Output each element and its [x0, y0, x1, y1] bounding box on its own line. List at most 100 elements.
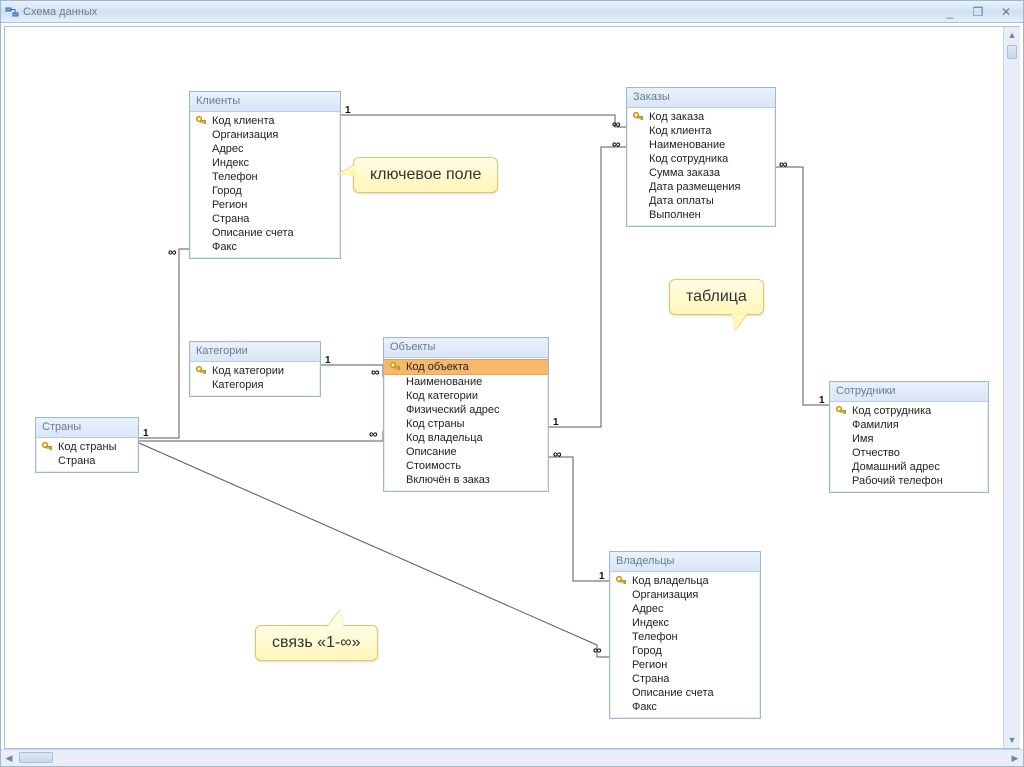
- field-row[interactable]: Адрес: [190, 142, 340, 156]
- field-row[interactable]: Описание счета: [610, 686, 760, 700]
- scroll-track[interactable]: [17, 750, 1007, 766]
- relationships-canvas[interactable]: 1 ∞ 1 ∞ ∞ ∞ 1 ∞ 1 ∞ 1 ∞ 1 ∞ Страны Код с…: [5, 27, 1002, 748]
- field-row[interactable]: Город: [190, 184, 340, 198]
- field-row[interactable]: Телефон: [610, 630, 760, 644]
- field-list: Код страныСтрана: [36, 438, 138, 472]
- entity-employees[interactable]: Сотрудники Код сотрудникаФамилияИмяОтчес…: [829, 381, 989, 493]
- field-name: Адрес: [632, 603, 664, 615]
- field-row[interactable]: Страна: [610, 672, 760, 686]
- card-one: 1: [143, 428, 149, 439]
- field-row[interactable]: Страна: [36, 454, 138, 468]
- field-name: Регион: [632, 659, 667, 671]
- card-one: 1: [599, 571, 605, 582]
- field-row[interactable]: Включён в заказ: [384, 473, 548, 487]
- field-row[interactable]: Телефон: [190, 170, 340, 184]
- field-row[interactable]: Категория: [190, 378, 320, 392]
- field-row[interactable]: Код сотрудника: [627, 152, 775, 166]
- entity-owners[interactable]: Владельцы Код владельцаОрганизация Адрес И…: [609, 551, 761, 719]
- field-row[interactable]: Наименование: [627, 138, 775, 152]
- field-row[interactable]: Рабочий телефон: [830, 474, 988, 488]
- field-row[interactable]: Сумма заказа: [627, 166, 775, 180]
- field-row[interactable]: Код страны: [384, 417, 548, 431]
- field-row[interactable]: Город: [610, 644, 760, 658]
- field-row[interactable]: Код клиента: [627, 124, 775, 138]
- field-row[interactable]: Страна: [190, 212, 340, 226]
- field-row[interactable]: Код категории: [384, 389, 548, 403]
- field-row[interactable]: Регион: [190, 198, 340, 212]
- field-row[interactable]: Код сотрудника: [830, 404, 988, 418]
- field-name: Индекс: [632, 617, 669, 629]
- entity-title[interactable]: Клиенты: [190, 92, 340, 112]
- field-row[interactable]: Факс: [190, 240, 340, 254]
- field-row[interactable]: Код владельца: [384, 431, 548, 445]
- field-row[interactable]: Код категории: [190, 364, 320, 378]
- field-row[interactable]: Домашний адрес: [830, 460, 988, 474]
- field-name: Описание: [406, 446, 457, 458]
- scroll-up-arrow[interactable]: ▲: [1004, 27, 1020, 43]
- scroll-thumb[interactable]: [19, 752, 53, 763]
- vertical-scrollbar[interactable]: ▲ ▼: [1003, 27, 1020, 748]
- callout-tail: [326, 610, 344, 628]
- field-row[interactable]: Описание: [384, 445, 548, 459]
- entity-countries[interactable]: Страны Код страныСтрана: [35, 417, 139, 473]
- entity-objects[interactable]: Объекты Код объектаНаименованиеКод катег…: [383, 337, 549, 492]
- field-name: Индекс: [212, 157, 249, 169]
- field-row[interactable]: Выполнен: [627, 208, 775, 222]
- close-button[interactable]: ✕: [993, 4, 1019, 20]
- field-name: Отчество: [852, 447, 900, 459]
- entity-title[interactable]: Сотрудники: [830, 382, 988, 402]
- field-row[interactable]: Код страны: [36, 440, 138, 454]
- field-row[interactable]: Физический адрес: [384, 403, 548, 417]
- entity-clients[interactable]: Клиенты Код клиентаОрганизацияАдресИндек…: [189, 91, 341, 259]
- scroll-thumb[interactable]: [1007, 45, 1017, 59]
- field-row[interactable]: Стоимость: [384, 459, 548, 473]
- field-name: Дата размещения: [649, 181, 740, 193]
- scroll-right-arrow[interactable]: ▶: [1007, 751, 1023, 766]
- card-many: ∞: [553, 447, 562, 461]
- minimize-button[interactable]: _: [937, 4, 963, 20]
- field-name: Код заказа: [649, 111, 704, 123]
- field-row[interactable]: Код владельца: [610, 574, 760, 588]
- field-name: Код сотрудника: [852, 405, 931, 417]
- maximize-button[interactable]: ❐: [965, 4, 991, 20]
- field-row[interactable]: Регион: [610, 658, 760, 672]
- field-row[interactable]: Отчество: [830, 446, 988, 460]
- titlebar[interactable]: Схема данных _ ❐ ✕: [1, 1, 1023, 23]
- card-many: ∞: [168, 245, 177, 259]
- entity-title[interactable]: Заказы: [627, 88, 775, 108]
- entity-orders[interactable]: Заказы Код заказаКод клиентаНаименование…: [626, 87, 776, 227]
- field-row[interactable]: Код заказа: [627, 110, 775, 124]
- entity-title[interactable]: Страны: [36, 418, 138, 438]
- field-row[interactable]: Индекс: [190, 156, 340, 170]
- entity-title[interactable]: Категории: [190, 342, 320, 362]
- field-name: Организация: [632, 589, 698, 601]
- card-many: ∞: [779, 157, 788, 171]
- field-row[interactable]: Описание счета: [190, 226, 340, 240]
- scroll-left-arrow[interactable]: ◀: [1, 751, 17, 766]
- field-row[interactable]: Организация: [190, 128, 340, 142]
- field-row[interactable]: Дата размещения: [627, 180, 775, 194]
- field-row[interactable]: Имя: [830, 432, 988, 446]
- scroll-down-arrow[interactable]: ▼: [1004, 732, 1020, 748]
- card-many: ∞: [593, 643, 602, 657]
- field-list: Код объектаНаименованиеКод категорииФизи…: [384, 358, 548, 491]
- horizontal-scrollbar[interactable]: ◀ ▶: [1, 749, 1023, 766]
- field-row[interactable]: Организация: [610, 588, 760, 602]
- field-name: Включён в заказ: [406, 474, 490, 486]
- field-row[interactable]: Наименование: [384, 375, 548, 389]
- callout-table: таблица: [669, 279, 764, 315]
- entity-categories[interactable]: Категории Код категорииКатегория: [189, 341, 321, 397]
- field-row[interactable]: Код объекта: [384, 359, 548, 375]
- card-one: 1: [819, 395, 825, 406]
- field-name: Факс: [632, 701, 657, 713]
- field-row[interactable]: Код клиента: [190, 114, 340, 128]
- field-row[interactable]: Дата оплаты: [627, 194, 775, 208]
- field-name: Код страны: [58, 441, 117, 453]
- field-row[interactable]: Факс: [610, 700, 760, 714]
- field-row[interactable]: Фамилия: [830, 418, 988, 432]
- field-row[interactable]: Адрес: [610, 602, 760, 616]
- field-row[interactable]: Индекс: [610, 616, 760, 630]
- primary-key-icon: [835, 405, 847, 417]
- entity-title[interactable]: Владельцы: [610, 552, 760, 572]
- entity-title[interactable]: Объекты: [384, 338, 548, 358]
